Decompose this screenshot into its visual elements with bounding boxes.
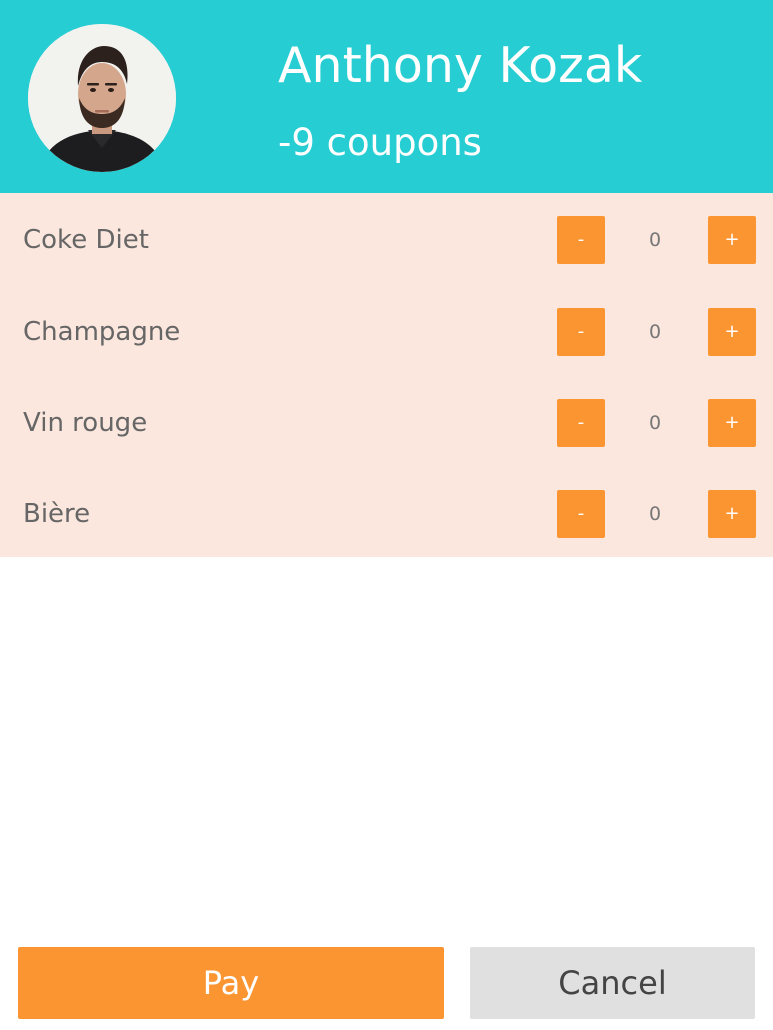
user-header: Anthony Kozak -9 coupons	[0, 0, 773, 193]
quantity-value: 0	[648, 411, 662, 434]
product-list: Coke Diet - 0 + Champagne - 0 + Vin roug…	[0, 193, 773, 557]
quantity-value: 0	[648, 228, 662, 251]
product-row: Bière - 0 +	[0, 468, 773, 559]
product-name: Vin rouge	[23, 407, 148, 438]
increment-button[interactable]: +	[708, 307, 756, 356]
quantity-value: 0	[648, 502, 662, 525]
decrement-button[interactable]: -	[557, 489, 605, 538]
product-name: Coke Diet	[23, 224, 149, 255]
decrement-button[interactable]: -	[557, 215, 605, 264]
increment-button[interactable]: +	[708, 398, 756, 447]
product-row: Coke Diet - 0 +	[0, 193, 773, 286]
user-name: Anthony Kozak	[278, 37, 643, 94]
increment-button[interactable]: +	[708, 215, 756, 264]
pay-button[interactable]: Pay	[18, 947, 444, 1019]
product-row: Champagne - 0 +	[0, 286, 773, 377]
coupon-balance: -9 coupons	[278, 121, 482, 164]
product-name: Bière	[23, 498, 91, 529]
decrement-button[interactable]: -	[557, 307, 605, 356]
product-name: Champagne	[23, 316, 181, 347]
user-avatar-icon	[28, 24, 176, 172]
avatar	[28, 24, 176, 172]
product-row: Vin rouge - 0 +	[0, 377, 773, 468]
quantity-value: 0	[648, 320, 662, 343]
cancel-button[interactable]: Cancel	[470, 947, 755, 1019]
decrement-button[interactable]: -	[557, 398, 605, 447]
app-screen: Anthony Kozak -9 coupons Coke Diet - 0 +…	[0, 0, 773, 1030]
increment-button[interactable]: +	[708, 489, 756, 538]
